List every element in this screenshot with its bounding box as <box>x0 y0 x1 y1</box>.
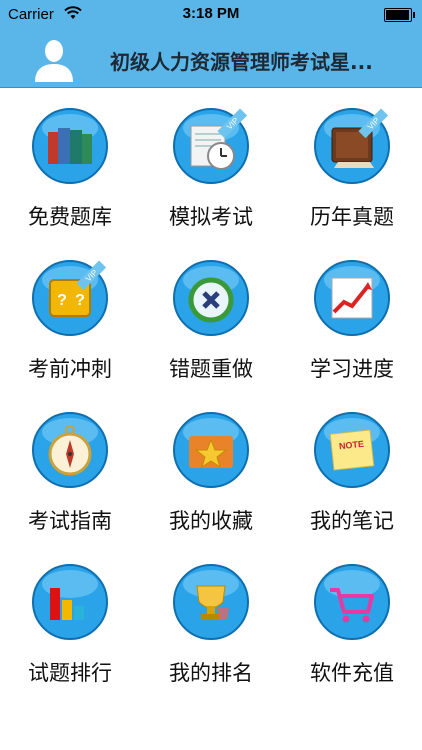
menu-item-8[interactable]: 我的收藏 <box>141 392 281 542</box>
clock: 3:18 PM <box>182 5 240 22</box>
note-icon: NOTE <box>312 410 392 490</box>
menu-item-label: 我的收藏 <box>169 509 253 533</box>
exam-clock-icon: VIP <box>171 106 251 186</box>
menu-item-1[interactable]: 免费题库 <box>0 88 140 238</box>
menu-item-5[interactable]: 错题重做 <box>141 240 281 390</box>
app-header: 初级人力资源管理师考试星... <box>0 30 422 88</box>
menu-item-10[interactable]: 试题排行 <box>0 544 140 694</box>
cart-icon <box>312 562 392 642</box>
bar-chart-icon <box>30 562 110 642</box>
menu-item-label: 软件充值 <box>310 661 394 685</box>
menu-item-label: 我的笔记 <box>310 509 394 533</box>
redo-icon <box>171 258 251 338</box>
page-title: 初级人力资源管理师考试星... <box>110 50 373 74</box>
svg-text:?: ? <box>57 292 67 309</box>
menu-item-label: 考试指南 <box>28 509 112 533</box>
menu-item-label: 模拟考试 <box>169 205 253 229</box>
status-bar: Carrier 3:18 PM <box>0 0 422 30</box>
menu-item-label: 我的排名 <box>169 661 253 685</box>
menu-item-3[interactable]: VIP 历年真题 <box>282 88 422 238</box>
user-avatar-icon[interactable] <box>32 36 76 82</box>
menu-item-11[interactable]: 我的排名 <box>141 544 281 694</box>
menu-item-6[interactable]: 学习进度 <box>282 240 422 390</box>
question-box-icon: ? ? VIP <box>30 258 110 338</box>
menu-item-12[interactable]: 软件充值 <box>282 544 422 694</box>
progress-chart-icon <box>312 258 392 338</box>
menu-item-2[interactable]: VIP 模拟考试 <box>141 88 281 238</box>
menu-item-7[interactable]: 考试指南 <box>0 392 140 542</box>
menu-item-label: 错题重做 <box>169 357 253 381</box>
compass-icon <box>30 410 110 490</box>
menu-item-label: 试题排行 <box>28 661 112 685</box>
menu-item-label: 学习进度 <box>310 357 394 381</box>
menu-item-label: 考前冲刺 <box>28 357 112 381</box>
menu-item-label: 历年真题 <box>310 205 394 229</box>
menu-item-label: 免费题库 <box>28 205 112 229</box>
trophy-icon <box>171 562 251 642</box>
battery-icon <box>384 8 415 22</box>
star-folder-icon <box>171 410 251 490</box>
svg-text:?: ? <box>75 292 85 309</box>
old-book-icon: VIP <box>312 106 392 186</box>
menu-item-4[interactable]: ? ? VIP 考前冲刺 <box>0 240 140 390</box>
books-icon <box>30 106 110 186</box>
menu-item-9[interactable]: NOTE 我的笔记 <box>282 392 422 542</box>
